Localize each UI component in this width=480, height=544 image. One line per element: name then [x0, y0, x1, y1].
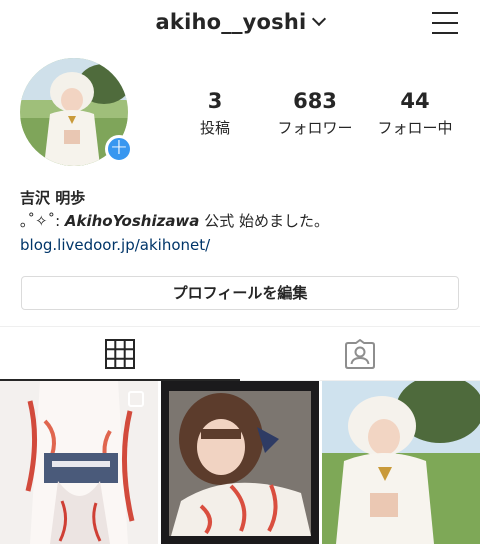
profile-avatar[interactable]: + [20, 58, 133, 170]
bio-decoration: ｡˚✧˚: [20, 212, 65, 230]
post-thumbnail-2[interactable] [161, 381, 319, 544]
bio-suffix: 公式 始めました。 [199, 212, 329, 230]
stat-following[interactable]: 44 フォロー中 [365, 88, 465, 138]
add-story-plus-icon[interactable]: + [105, 135, 133, 163]
grid-icon [105, 339, 135, 369]
top-bar: akiho__yoshi [0, 0, 480, 48]
following-count: 44 [400, 89, 430, 113]
tab-grid[interactable] [0, 327, 240, 381]
display-name: 吉沢 明歩 [20, 189, 86, 207]
chevron-down-icon [312, 11, 327, 27]
posts-grid [0, 381, 480, 544]
bio-name-bold: AkihoYoshizawa [64, 212, 200, 230]
profile-tabs [0, 326, 480, 381]
stat-posts[interactable]: 3 投稿 [165, 88, 265, 138]
tab-tagged[interactable] [240, 327, 480, 381]
edit-profile-button[interactable]: プロフィールを編集 [21, 276, 459, 310]
post-thumbnail-1[interactable] [0, 381, 158, 544]
bio-website-link[interactable]: blog.livedoor.jp/akihonet/ [20, 234, 470, 256]
following-label: フォロー中 [377, 119, 453, 137]
profile-bio: 吉沢 明歩 ｡˚✧˚: AkihoYoshizawa 公式 始めました。 blo… [20, 188, 470, 256]
post-thumbnail-3[interactable] [322, 381, 480, 544]
multiple-posts-icon [128, 391, 144, 407]
profile-stats: 3 投稿 683 フォロワー 44 フォロー中 [165, 88, 465, 138]
posts-count: 3 [207, 89, 223, 113]
followers-count: 683 [293, 89, 337, 113]
posts-label: 投稿 [199, 119, 230, 137]
stat-followers[interactable]: 683 フォロワー [265, 88, 365, 138]
bio-text: ｡˚✧˚: AkihoYoshizawa 公式 始めました。 [20, 210, 470, 232]
hamburger-menu-icon[interactable] [432, 12, 458, 34]
username-switcher[interactable]: akiho__yoshi [0, 10, 480, 34]
followers-label: フォロワー [277, 119, 353, 137]
tagged-person-icon [345, 339, 375, 369]
username-label: akiho__yoshi [155, 10, 307, 34]
